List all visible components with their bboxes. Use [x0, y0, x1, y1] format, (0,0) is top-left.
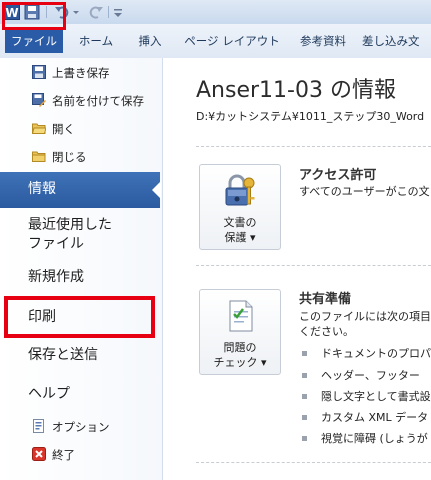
bullet-square — [302, 351, 307, 356]
nav-info-label: 情報 — [28, 181, 56, 197]
lock-key-icon — [225, 174, 255, 206]
tab-mailings[interactable]: 差し込み文 — [362, 29, 431, 53]
section-divider — [196, 146, 431, 148]
open-folder-icon — [32, 123, 46, 134]
nav-close[interactable]: 閉じる — [0, 144, 160, 170]
tab-insert[interactable]: 挿入 — [128, 29, 172, 53]
backstage-nav: 上書き保存 名前を付けて保存 開く 閉じる 情報 最近使用した ファイル 新規作… — [0, 58, 163, 480]
nav-save-as[interactable]: 名前を付けて保存 — [0, 88, 160, 114]
prepare-sharing-heading: 共有準備 — [299, 292, 352, 307]
customize-qat-icon[interactable] — [113, 4, 123, 20]
list-item-text: 隠し文字として書式設 — [321, 390, 431, 403]
check-button-label-line2: チェック ▾ — [213, 356, 267, 369]
undo-dropdown-icon[interactable] — [72, 4, 80, 20]
bullet-square — [302, 415, 307, 420]
bullet-square — [302, 394, 307, 399]
protect-button-label-line1: 文書の — [223, 216, 257, 229]
check-button-label-line1: 問題の — [223, 341, 257, 354]
section-divider — [196, 265, 431, 267]
bullet-square — [302, 436, 307, 441]
nav-open-label: 開く — [52, 122, 75, 136]
tab-references[interactable]: 参考資料 — [292, 29, 354, 53]
exit-icon — [32, 447, 46, 461]
nav-save-send-label: 保存と送信 — [28, 347, 98, 363]
save-icon — [32, 65, 46, 79]
nav-recent-label-line2: ファイル — [28, 236, 84, 252]
nav-save[interactable]: 上書き保存 — [0, 60, 160, 86]
list-item-text: ヘッダー、フッター — [321, 369, 420, 382]
nav-help[interactable]: ヘルプ — [0, 385, 160, 407]
nav-close-label: 閉じる — [52, 150, 87, 164]
inspect-document-icon — [229, 300, 253, 332]
tab-home[interactable]: ホーム — [72, 29, 120, 53]
protect-document-button[interactable]: 文書の 保護 ▾ — [199, 164, 281, 250]
nav-info[interactable]: 情報 — [0, 172, 161, 208]
redo-icon[interactable] — [88, 4, 104, 20]
prepare-sharing-description-line2: ください。 — [299, 325, 354, 338]
prepare-sharing-description-line1: このファイルには次の項目が — [299, 310, 431, 323]
tab-page-layout[interactable]: ページ レイアウト — [180, 29, 284, 53]
nav-options-label: オプション — [52, 420, 110, 434]
file-tab-highlight-frame — [2, 2, 66, 30]
list-item-text: カスタム XML データ — [321, 411, 429, 424]
permissions-description: すべてのユーザーがこの文 — [299, 185, 430, 198]
print-highlight-frame — [4, 296, 155, 338]
nav-help-label: ヘルプ — [28, 386, 70, 402]
page-title: Anser11-03 の情報 — [196, 78, 396, 103]
list-item-text: ドキュメントのプロパテ — [321, 347, 431, 360]
tab-file[interactable]: ファイル — [5, 29, 63, 53]
permissions-heading: アクセス許可 — [299, 168, 377, 183]
nav-save-label: 上書き保存 — [52, 66, 110, 80]
nav-exit-label: 終了 — [52, 448, 75, 462]
nav-recent-label-line1: 最近使用した — [28, 217, 112, 233]
nav-save-send[interactable]: 保存と送信 — [0, 346, 160, 368]
section-divider — [196, 462, 431, 464]
close-folder-icon — [32, 151, 46, 162]
nav-recent[interactable]: 最近使用した ファイル — [0, 216, 160, 256]
document-path: D:¥カットシステム¥1011_ステップ30_Word — [196, 110, 425, 123]
nav-options[interactable]: オプション — [0, 414, 160, 440]
list-item-text: 視覚に障碍 (しょうが — [321, 432, 428, 445]
selection-arrow — [152, 181, 161, 199]
qat-separator — [108, 6, 109, 18]
nav-exit[interactable]: 終了 — [0, 442, 160, 468]
nav-open[interactable]: 開く — [0, 116, 160, 142]
nav-new-label: 新規作成 — [28, 269, 84, 285]
nav-save-as-label: 名前を付けて保存 — [52, 94, 144, 108]
info-panel: Anser11-03 の情報 D:¥カットシステム¥1011_ステップ30_Wo… — [163, 58, 431, 480]
save-as-icon — [32, 93, 46, 107]
bullet-square — [302, 373, 307, 378]
nav-new[interactable]: 新規作成 — [0, 268, 160, 290]
options-icon — [33, 419, 44, 433]
protect-button-label-line2: 保護 ▾ — [224, 231, 256, 244]
check-for-issues-button[interactable]: 問題の チェック ▾ — [199, 289, 281, 375]
